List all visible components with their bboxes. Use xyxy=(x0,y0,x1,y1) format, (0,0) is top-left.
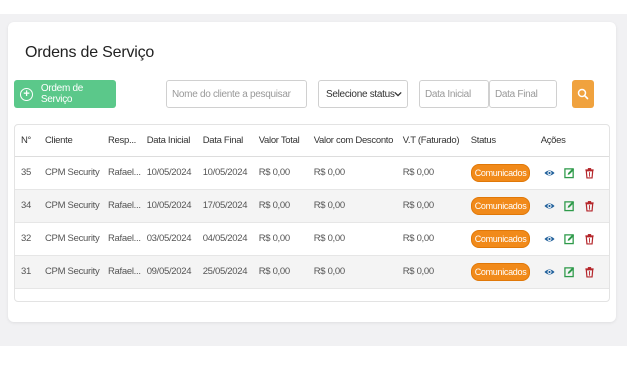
cell-status: Comunicados xyxy=(464,255,535,289)
plus-circle-icon: + xyxy=(20,87,33,101)
table-row: 34 CPM Security Rafael... 10/05/2024 17/05/2… xyxy=(15,189,609,223)
date-start-input[interactable]: Data Inicial xyxy=(419,80,489,108)
status-select[interactable]: Selecione status xyxy=(318,80,408,108)
status-badge: Comunicados xyxy=(470,262,531,281)
eye-icon[interactable] xyxy=(544,200,555,212)
cell-valor-total: R$ 0,00 xyxy=(252,222,308,256)
edit-icon[interactable] xyxy=(563,233,575,245)
edit-icon[interactable] xyxy=(563,200,575,212)
cell-data-final: 04/05/2024 xyxy=(196,222,253,256)
header-data-inicial: Data Inicial xyxy=(140,125,197,157)
cell-resp: Rafael... xyxy=(102,222,141,256)
header-cliente: Cliente xyxy=(39,125,102,157)
table-row: 32 CPM Security Rafael... 03/05/2024 04/05/2… xyxy=(15,222,609,256)
cell-status: Comunicados xyxy=(464,222,535,256)
new-service-order-button[interactable]: + Ordem de Serviço xyxy=(14,80,116,108)
cell-actions xyxy=(534,189,609,223)
eye-icon[interactable] xyxy=(544,266,555,278)
status-badge: Comunicados xyxy=(470,229,531,248)
cell-resp: Rafael... xyxy=(102,156,141,190)
search-button[interactable] xyxy=(572,80,594,108)
header-acoes: Ações xyxy=(534,125,609,157)
cell-data-inicial: 10/05/2024 xyxy=(140,189,197,223)
cell-resp: Rafael... xyxy=(102,255,141,289)
table-header-row: N° Cliente Resp... Data Inicial Data Fin… xyxy=(15,125,609,157)
cell-num: 34 xyxy=(15,189,39,223)
cell-valor-desconto: R$ 0,00 xyxy=(307,156,397,190)
cell-data-final: 10/05/2024 xyxy=(196,156,253,190)
cell-data-inicial: 10/05/2024 xyxy=(140,156,197,190)
header-resp: Resp... xyxy=(102,125,141,157)
cell-cliente: CPM Security xyxy=(39,255,102,289)
table-row: 31 CPM Security Rafael... 09/05/2024 25/05/2… xyxy=(15,255,609,289)
status-badge: Comunicados xyxy=(470,196,531,215)
cell-valor-total: R$ 0,00 xyxy=(252,156,308,190)
cell-cliente: CPM Security xyxy=(39,189,102,223)
date-start-placeholder: Data Inicial xyxy=(425,88,471,100)
table-row: 35 CPM Security Rafael... 10/05/2024 10/05/2… xyxy=(15,156,609,190)
cell-vt-faturado: R$ 0,00 xyxy=(396,255,465,289)
trash-icon[interactable] xyxy=(584,167,595,179)
cell-vt-faturado: R$ 0,00 xyxy=(396,189,465,223)
cell-data-final: 25/05/2024 xyxy=(196,255,253,289)
eye-icon[interactable] xyxy=(544,167,555,179)
cell-status: Comunicados xyxy=(464,156,535,190)
cell-data-final: 17/05/2024 xyxy=(196,189,253,223)
search-icon xyxy=(577,88,589,100)
trash-icon[interactable] xyxy=(584,200,595,212)
header-vt-faturado: V.T (Faturado) xyxy=(396,125,465,157)
cell-data-inicial: 09/05/2024 xyxy=(140,255,197,289)
cell-valor-total: R$ 0,00 xyxy=(252,189,308,223)
cell-valor-total: R$ 0,00 xyxy=(252,255,308,289)
cell-actions xyxy=(534,222,609,256)
cell-valor-desconto: R$ 0,00 xyxy=(307,222,397,256)
edit-icon[interactable] xyxy=(563,266,575,278)
client-search-placeholder: Nome do cliente a pesquisar xyxy=(172,88,291,100)
cell-num: 35 xyxy=(15,156,39,190)
date-end-input[interactable]: Data Final xyxy=(489,80,557,108)
page-title: Ordens de Serviço xyxy=(25,44,155,61)
cell-vt-faturado: R$ 0,00 xyxy=(396,222,465,256)
client-search-input[interactable]: Nome do cliente a pesquisar xyxy=(166,80,307,108)
header-status: Status xyxy=(464,125,535,157)
status-select-value: Selecione status xyxy=(326,88,395,100)
new-service-order-label: Ordem de Serviço xyxy=(40,83,83,105)
cell-data-inicial: 03/05/2024 xyxy=(140,222,197,256)
edit-icon[interactable] xyxy=(563,167,575,179)
trash-icon[interactable] xyxy=(584,266,595,278)
cell-valor-desconto: R$ 0,00 xyxy=(307,189,397,223)
cell-valor-desconto: R$ 0,00 xyxy=(307,255,397,289)
header-valor-desconto: Valor com Desconto xyxy=(307,125,397,157)
header-num: N° xyxy=(15,125,39,157)
service-orders-table: N° Cliente Resp... Data Inicial Data Fin… xyxy=(14,124,610,302)
chevron-down-icon xyxy=(394,91,402,97)
date-end-placeholder: Data Final xyxy=(495,88,538,100)
cell-num: 31 xyxy=(15,255,39,289)
header-data-final: Data Final xyxy=(196,125,253,157)
cell-actions xyxy=(534,156,609,190)
cell-resp: Rafael... xyxy=(102,189,141,223)
status-badge: Comunicados xyxy=(470,163,531,182)
cell-cliente: CPM Security xyxy=(39,222,102,256)
eye-icon[interactable] xyxy=(544,233,555,245)
cell-vt-faturado: R$ 0,00 xyxy=(396,156,465,190)
trash-icon[interactable] xyxy=(584,233,595,245)
cell-status: Comunicados xyxy=(464,189,535,223)
cell-num: 32 xyxy=(15,222,39,256)
header-valor-total: Valor Total xyxy=(252,125,308,157)
cell-cliente: CPM Security xyxy=(39,156,102,190)
cell-actions xyxy=(534,255,609,289)
